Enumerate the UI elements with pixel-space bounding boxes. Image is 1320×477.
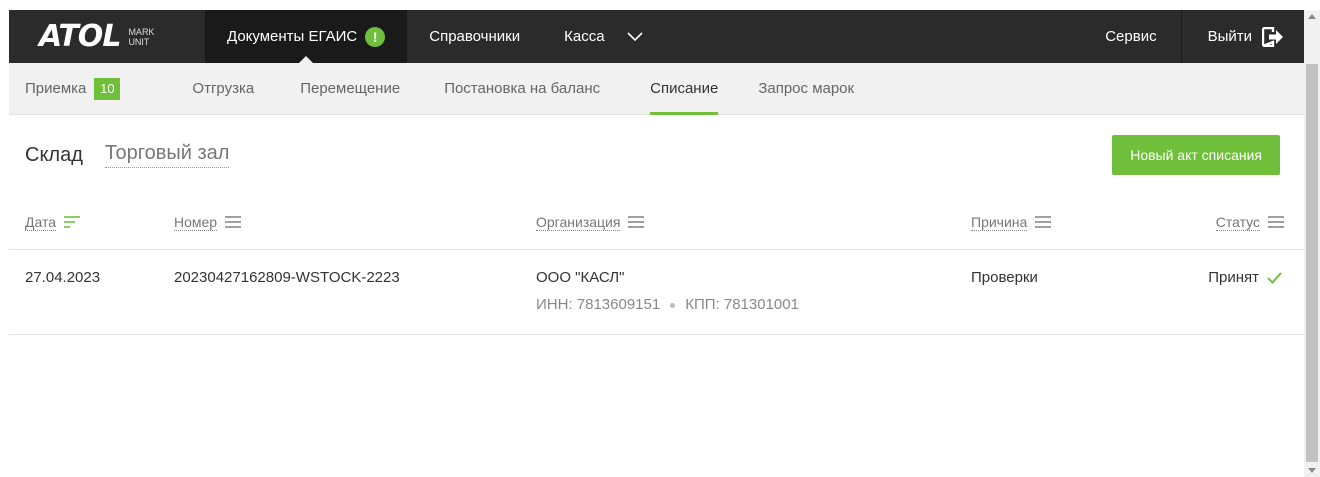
- new-writeoff-act-button[interactable]: Новый акт списания: [1112, 135, 1280, 175]
- app-window: ATOL MARK UNIT Документы ЕГАИС ! Справоч…: [0, 0, 1320, 477]
- tab-warehouse[interactable]: Склад: [25, 144, 83, 167]
- col-date-label: Дата: [25, 213, 57, 231]
- nav-cashbox[interactable]: Касса: [542, 10, 614, 63]
- logout-icon: [1262, 26, 1284, 47]
- row-date: 27.04.2023: [25, 269, 101, 286]
- row-reason: Проверки: [971, 269, 1038, 286]
- col-status[interactable]: Статус: [1215, 213, 1284, 231]
- col-number-label: Номер: [174, 213, 218, 231]
- status-text: Принят: [1208, 269, 1259, 286]
- subnav-shipment-label: Отгрузка: [192, 80, 255, 97]
- col-organization-label: Организация: [536, 213, 621, 231]
- chevron-down-icon[interactable]: [615, 10, 655, 63]
- subnav-receiving-label: Приемка: [25, 80, 87, 97]
- table-row[interactable]: 27.04.2023 20230427162809-WSTOCK-2223 ОО…: [9, 250, 1304, 335]
- top-nav: ATOL MARK UNIT Документы ЕГАИС ! Справоч…: [9, 10, 1304, 63]
- subnav-writeoff[interactable]: Списание: [638, 63, 730, 115]
- row-number: 20230427162809-WSTOCK-2223: [174, 269, 400, 286]
- menu-icon[interactable]: [1035, 216, 1052, 228]
- check-icon: [1267, 271, 1282, 284]
- scrollbar[interactable]: [1304, 10, 1320, 477]
- nav-directories-label: Справочники: [429, 28, 521, 45]
- logo-text: ATOL: [39, 18, 121, 54]
- subnav-mark-request-label: Запрос марок: [758, 80, 855, 97]
- nav-egais-documents[interactable]: Документы ЕГАИС !: [205, 10, 408, 63]
- row-status: Принят: [1208, 269, 1282, 286]
- toolbar: Склад Торговый зал Новый акт списания: [9, 115, 1304, 195]
- menu-icon[interactable]: [628, 216, 645, 228]
- subnav-writeoff-label: Списание: [650, 80, 719, 97]
- logo-sub-line-2: UNIT: [128, 36, 150, 47]
- col-organization[interactable]: Организация: [536, 213, 645, 231]
- org-inn: ИНН: 7813609151: [536, 296, 661, 313]
- alert-icon: !: [365, 26, 386, 47]
- col-number[interactable]: Номер: [174, 213, 242, 231]
- page: ATOL MARK UNIT Документы ЕГАИС ! Справоч…: [9, 10, 1304, 477]
- subnav-balance[interactable]: Постановка на баланс: [432, 63, 612, 115]
- logout-button[interactable]: Выйти: [1181, 10, 1304, 63]
- col-reason[interactable]: Причина: [971, 213, 1052, 231]
- logo-sub-line-1: MARK: [128, 26, 155, 37]
- subnav-mark-request[interactable]: Запрос марок: [746, 63, 866, 115]
- logo[interactable]: ATOL MARK UNIT: [9, 10, 205, 63]
- subnav-shipment[interactable]: Отгрузка: [180, 63, 266, 115]
- logo-subtitle: MARK UNIT: [128, 27, 154, 47]
- subnav-transfer[interactable]: Перемещение: [288, 63, 412, 115]
- subnav-receiving[interactable]: Приемка 10: [9, 63, 132, 115]
- subnav-transfer-label: Перемещение: [300, 80, 401, 97]
- org-details: ИНН: 7813609151 КПП: 781301001: [536, 296, 799, 313]
- col-date[interactable]: Дата: [25, 213, 81, 231]
- scrollbar-thumb[interactable]: [1306, 64, 1318, 462]
- tab-sales-floor[interactable]: Торговый зал: [104, 142, 230, 168]
- col-reason-label: Причина: [971, 213, 1028, 231]
- nav-cashbox-label: Касса: [564, 28, 605, 45]
- count-badge: 10: [94, 77, 121, 100]
- nav-directories[interactable]: Справочники: [407, 10, 542, 63]
- service-button[interactable]: Сервис: [1081, 10, 1182, 63]
- subnav-balance-label: Постановка на баланс: [444, 80, 601, 97]
- sort-icon[interactable]: [64, 216, 81, 228]
- org-name: ООО "КАСЛ": [536, 269, 625, 286]
- sub-nav: Приемка 10 Отгрузка Перемещение Постанов…: [9, 63, 1304, 115]
- row-organization: ООО "КАСЛ" ИНН: 7813609151 КПП: 781301001: [536, 269, 799, 313]
- org-kpp: КПП: 781301001: [685, 296, 799, 313]
- menu-icon[interactable]: [225, 216, 242, 228]
- nav-egais-documents-label: Документы ЕГАИС: [227, 28, 358, 45]
- col-status-label: Статус: [1215, 213, 1260, 231]
- separator-dot: [670, 302, 676, 308]
- menu-icon[interactable]: [1268, 216, 1284, 228]
- logout-label: Выйти: [1207, 28, 1252, 45]
- scroll-up-icon[interactable]: [1308, 14, 1316, 19]
- scroll-down-icon[interactable]: [1308, 468, 1316, 473]
- table-header: Дата Номер Организация Причина Статус: [9, 195, 1304, 250]
